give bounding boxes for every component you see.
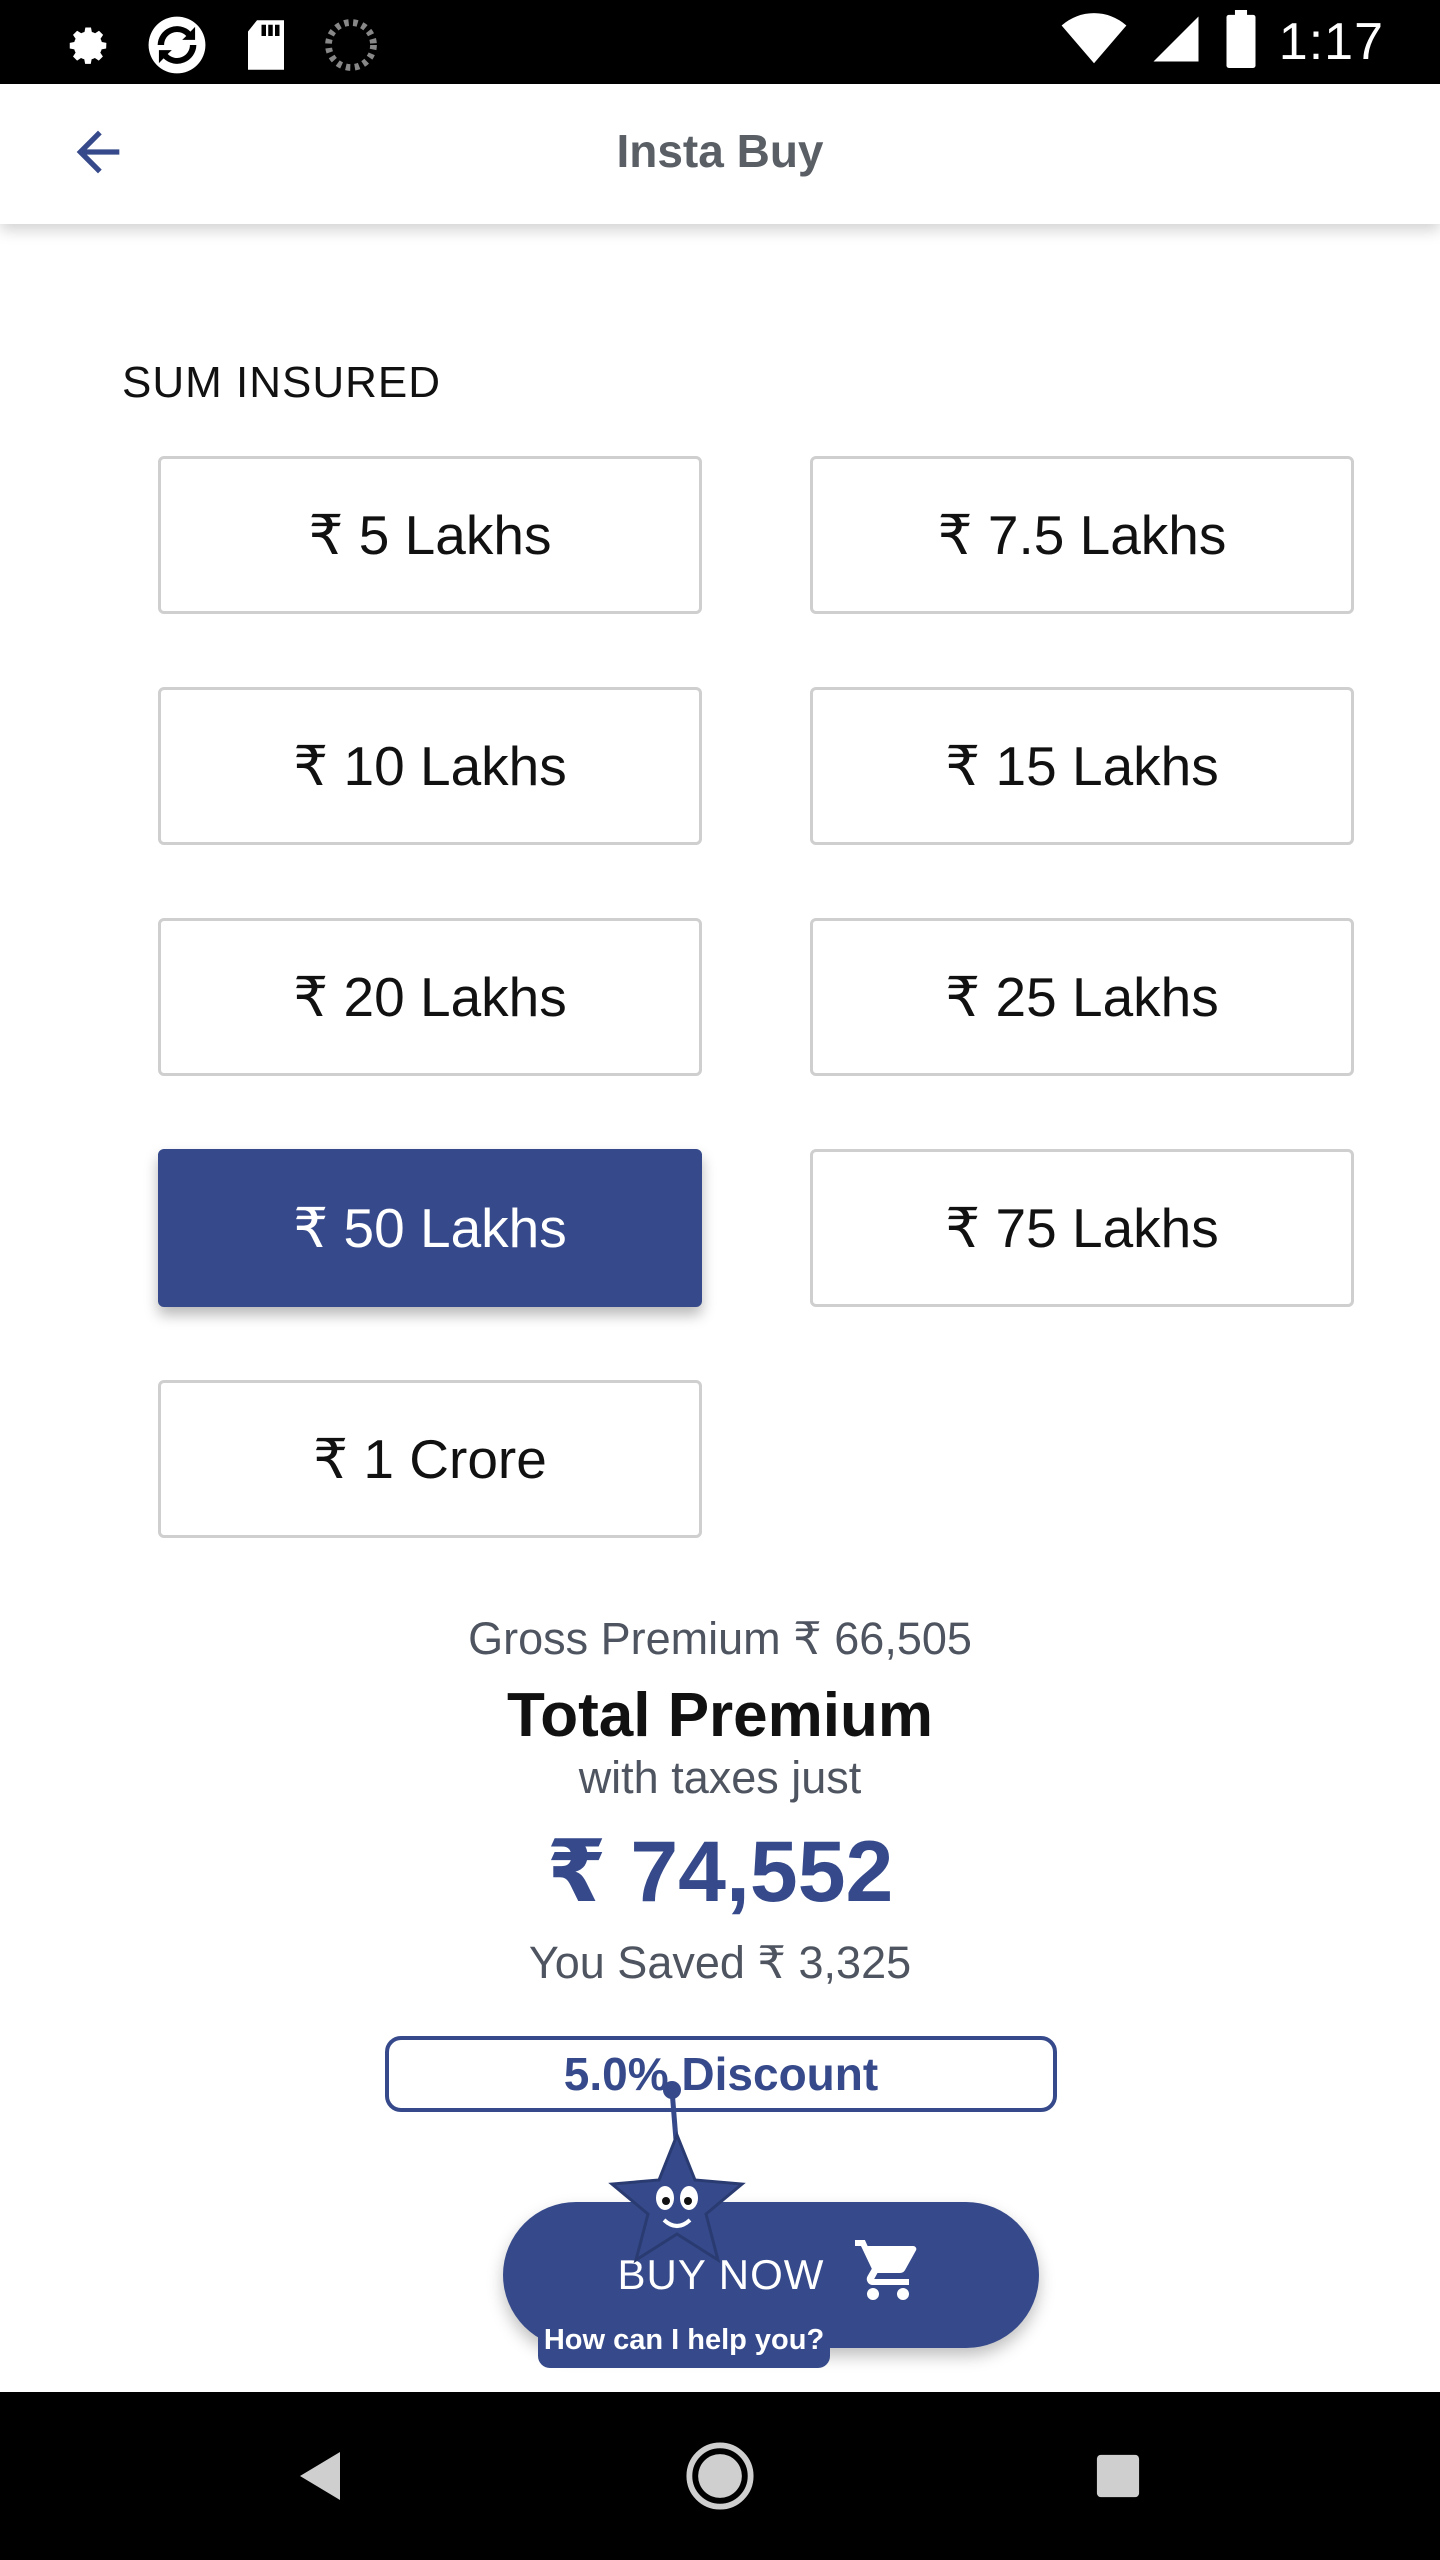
option-20-lakhs[interactable]: ₹ 20 Lakhs: [158, 918, 702, 1076]
page-title: Insta Buy: [616, 125, 824, 177]
status-bar: 1:17: [0, 0, 1440, 84]
app-bar: Insta Buy: [0, 84, 1440, 224]
cart-icon: [852, 2234, 924, 2316]
nav-recents-button[interactable]: [1070, 2430, 1166, 2526]
option-25-lakhs[interactable]: ₹ 25 Lakhs: [810, 918, 1354, 1076]
system-nav-bar: [0, 2392, 1440, 2560]
help-bubble[interactable]: How can I help you?: [538, 2312, 830, 2368]
saved-amount: You Saved ₹ 3,325: [528, 1937, 912, 1988]
battery-icon: [1225, 10, 1257, 73]
option-75-lakhs[interactable]: ₹ 75 Lakhs: [810, 1149, 1354, 1307]
option-5-lakhs[interactable]: ₹ 5 Lakhs: [158, 456, 702, 614]
assistant-mascot[interactable]: [592, 2080, 762, 2280]
option-7-5-lakhs[interactable]: ₹ 7.5 Lakhs: [810, 456, 1354, 614]
option-1-crore[interactable]: ₹ 1 Crore: [158, 1380, 702, 1538]
option-10-lakhs[interactable]: ₹ 10 Lakhs: [158, 687, 702, 845]
status-time: 1:17: [1278, 12, 1384, 71]
option-50-lakhs-selected[interactable]: ₹ 50 Lakhs: [158, 1149, 702, 1307]
total-premium-amount: ₹ 74,552: [546, 1824, 894, 1920]
sd-card-icon: [242, 18, 290, 77]
back-triangle-icon: [296, 2450, 344, 2507]
option-15-lakhs[interactable]: ₹ 15 Lakhs: [810, 687, 1354, 845]
recents-square-icon: [1095, 2453, 1141, 2504]
signal-icon: [1149, 12, 1203, 71]
settings-icon: [60, 19, 112, 76]
sync-icon: [146, 14, 208, 81]
home-circle-icon: [685, 2441, 755, 2516]
sum-insured-label: SUM INSURED: [122, 358, 442, 407]
nav-back-button[interactable]: [272, 2430, 368, 2526]
total-premium-title: Total Premium: [506, 1681, 934, 1750]
gross-premium: Gross Premium ₹ 66,505: [468, 1613, 972, 1664]
wifi-icon: [1061, 12, 1127, 71]
nav-home-button[interactable]: [672, 2430, 768, 2526]
loading-icon: [324, 18, 378, 77]
with-taxes-text: with taxes just: [578, 1752, 862, 1803]
